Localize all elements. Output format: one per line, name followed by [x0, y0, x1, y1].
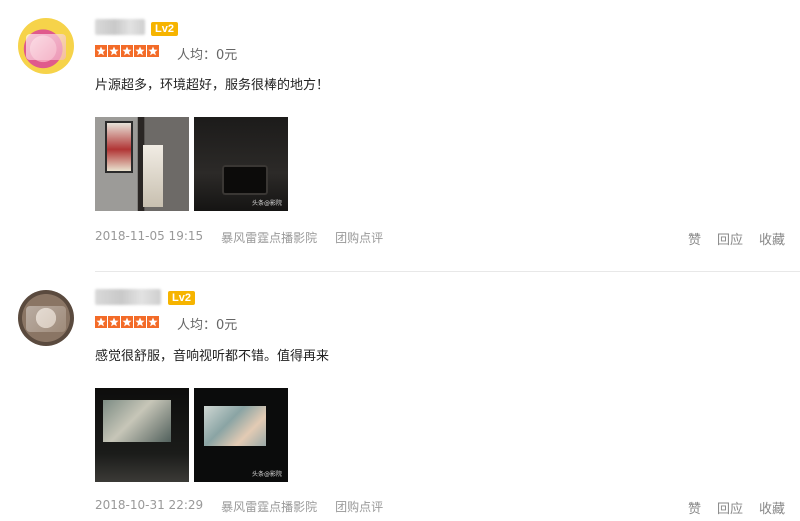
reply-button[interactable]: 回应: [717, 498, 743, 517]
like-button[interactable]: 赞: [688, 498, 701, 517]
standee-image: [143, 145, 163, 207]
review-meta: 2018-11-05 19:15 暴风雷霆点播影院 团购点评: [95, 229, 383, 246]
poster-image: [105, 121, 133, 173]
shop-link[interactable]: 暴风雷霆点播影院: [221, 229, 317, 246]
star-icon: [134, 316, 146, 328]
source-link[interactable]: 团购点评: [335, 498, 383, 515]
level-badge: Lv2: [151, 22, 178, 36]
review-photo[interactable]: [95, 388, 189, 482]
star-icon: [121, 45, 133, 57]
review-text: 感觉很舒服，音响视听都不错。值得再来: [95, 349, 330, 364]
user-avatar[interactable]: [18, 290, 74, 346]
star-icon: [147, 45, 159, 57]
star-icon: [108, 316, 120, 328]
divider: [95, 271, 800, 272]
star-icon: [121, 316, 133, 328]
star-icon: [134, 45, 146, 57]
star-icon: [95, 45, 107, 57]
review-photo[interactable]: [95, 117, 189, 211]
screen-image: [204, 406, 266, 446]
rating-stars: [95, 316, 159, 328]
review-meta: 2018-10-31 22:29 暴风雷霆点播影院 团购点评: [95, 498, 383, 515]
review-actions: 赞 回应 收藏: [688, 498, 785, 517]
username-blurred[interactable]: [95, 19, 145, 35]
photo-watermark: 头条@影院: [251, 471, 282, 478]
review-date: 2018-11-05 19:15: [95, 229, 204, 243]
like-button[interactable]: 赞: [688, 229, 701, 248]
user-avatar[interactable]: [18, 18, 74, 74]
review-date: 2018-10-31 22:29: [95, 498, 204, 512]
reply-button[interactable]: 回应: [717, 229, 743, 248]
avatar-image: [26, 306, 66, 332]
star-icon: [147, 316, 159, 328]
star-icon: [108, 45, 120, 57]
favorite-button[interactable]: 收藏: [759, 498, 785, 517]
review-actions: 赞 回应 收藏: [688, 229, 785, 248]
star-icon: [95, 316, 107, 328]
username-blurred[interactable]: [95, 289, 161, 305]
review-photo[interactable]: 头条@影院: [194, 117, 288, 211]
review-photo[interactable]: 头条@影院: [194, 388, 288, 482]
photo-watermark: 头条@影院: [251, 200, 282, 207]
rating-stars: [95, 45, 159, 57]
avatar-image: [26, 34, 66, 60]
average-price: 人均：0元: [177, 318, 238, 333]
favorite-button[interactable]: 收藏: [759, 229, 785, 248]
average-price: 人均：0元: [177, 48, 238, 63]
level-badge: Lv2: [168, 291, 195, 305]
shop-link[interactable]: 暴风雷霆点播影院: [221, 498, 317, 515]
seats-image: [222, 165, 268, 195]
screen-image: [103, 400, 171, 442]
review-text: 片源超多，环境超好，服务很棒的地方！: [95, 78, 330, 93]
source-link[interactable]: 团购点评: [335, 229, 383, 246]
